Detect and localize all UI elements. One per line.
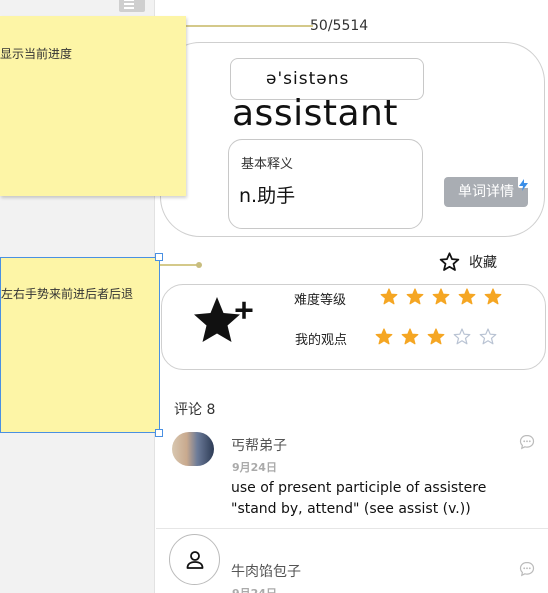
comment-date: 9月24日	[232, 461, 277, 474]
lightning-icon	[518, 176, 529, 191]
sticky-note-progress[interactable]: 显示当前进度	[0, 16, 186, 196]
star-empty-icon[interactable]	[449, 326, 475, 346]
star-filled-icon[interactable]	[480, 286, 506, 306]
resize-handle[interactable]	[155, 429, 163, 437]
star-filled-icon[interactable]	[371, 326, 397, 346]
difficulty-stars[interactable]	[376, 286, 506, 306]
star-filled-icon[interactable]	[402, 286, 428, 306]
divider	[156, 528, 548, 529]
avatar[interactable]	[172, 432, 214, 466]
star-filled-icon[interactable]	[397, 326, 423, 346]
chat-bubble-icon[interactable]	[519, 434, 535, 454]
user-outline-icon[interactable]	[169, 534, 220, 585]
difficulty-label: 难度等级	[294, 293, 347, 308]
star-filled-icon[interactable]	[428, 286, 454, 306]
comment-text: use of present participle of assistere "…	[231, 480, 487, 517]
sticky-note-text: 显示当前进度	[0, 47, 73, 61]
definition-title: 基本释义	[241, 157, 294, 172]
sticky-note-gesture[interactable]: 左右手势来前进后者后退	[0, 257, 160, 433]
progress-counter: 50/5514	[310, 18, 369, 34]
chat-bubble-icon[interactable]	[519, 561, 535, 581]
word-detail-button[interactable]: 单词详情	[444, 177, 528, 207]
favorite-button[interactable]: 收藏	[439, 252, 497, 272]
star-filled-icon[interactable]	[376, 286, 402, 306]
menu-lines-icon[interactable]	[119, 0, 145, 12]
comment-author[interactable]: 丐帮弟子	[231, 435, 287, 455]
resize-handle[interactable]	[155, 253, 163, 261]
comments-title: 评论 8	[174, 402, 216, 418]
note-connector-line	[155, 264, 200, 266]
comment-date: 9月24日	[232, 585, 277, 593]
definition-box: 基本释义 n.助手	[228, 139, 423, 229]
opinion-stars[interactable]	[371, 326, 501, 346]
comment-author[interactable]: 牛肉馅包子	[231, 561, 301, 581]
phonetic-text: ə'sistəns	[266, 69, 350, 89]
definition-text: n.助手	[239, 185, 296, 207]
headword: assistant	[232, 93, 398, 134]
favorite-label: 收藏	[469, 255, 497, 271]
opinion-label: 我的观点	[295, 333, 348, 348]
star-outline-icon	[439, 252, 460, 271]
sticky-note-text: 左右手势来前进后者后退	[1, 287, 134, 301]
star-filled-icon[interactable]	[454, 286, 480, 306]
note-connector-line	[178, 25, 313, 27]
connector-dot	[196, 262, 202, 268]
star-empty-icon[interactable]	[475, 326, 501, 346]
star-filled-icon[interactable]	[423, 326, 449, 346]
star-plus-icon	[190, 294, 254, 356]
